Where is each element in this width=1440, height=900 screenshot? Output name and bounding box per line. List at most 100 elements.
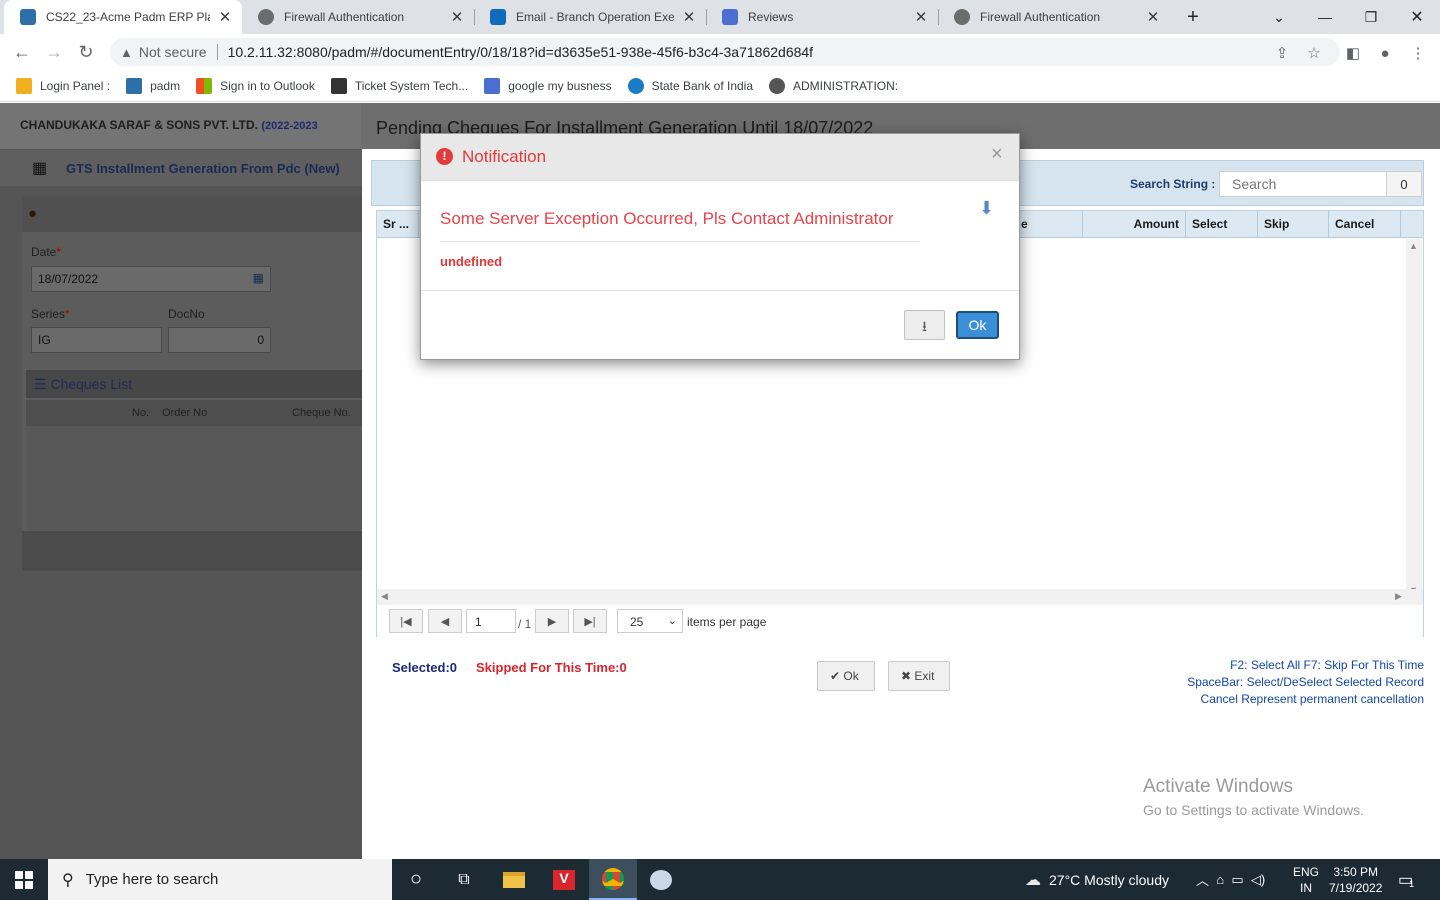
horizontal-scrollbar[interactable]: ◀ ▶ [377,589,1423,605]
chrome-icon[interactable] [589,859,637,900]
tab-firewall-2[interactable]: Firewall Authentication ✕ [938,0,1170,34]
start-button[interactable] [0,859,48,900]
download-icon: ⭳ [922,318,927,334]
browser-toolbar: ← → ↻ ▲ Not secure 10.2.11.32:8080/padm/… [0,34,1440,70]
last-page-button[interactable]: ▶| [573,609,607,633]
col-sr[interactable]: Sr ... [377,211,419,238]
divider [421,290,1019,291]
windows-icon [15,870,33,889]
notification-detail: undefined [440,254,503,269]
profile-icon[interactable]: ● [1375,43,1395,63]
forward-icon[interactable]: → [42,40,66,64]
module-bar: ▦ GTS Installment Generation From Pdc (N… [0,150,362,186]
date-label: Date* [31,245,62,259]
cortana-icon[interactable]: ○ [392,859,440,900]
first-page-button[interactable]: |◀ [389,609,423,633]
vivaldi-icon[interactable]: V [540,859,588,900]
close-icon[interactable]: ✕ [218,8,232,26]
col-skip[interactable]: Skip [1258,211,1329,238]
module-title: GTS Installment Generation From Pdc (New… [66,161,340,176]
close-icon[interactable]: ✕ [450,8,464,26]
sidepanel-icon[interactable]: ◧ [1343,43,1363,63]
arrow-down-icon[interactable]: ⬇ [979,198,994,219]
microsoft-icon [196,77,213,94]
download-button[interactable]: ⭳ [904,310,945,340]
bookmark-padm[interactable]: padm [126,77,180,94]
bookmark-administration[interactable]: ADMINISTRATION: [769,77,898,94]
weather[interactable]: ☁ 27°C Mostly cloudy [1025,859,1169,900]
reload-icon[interactable]: ↻ [74,40,98,64]
error-icon: ! [436,148,453,165]
bookmark-google-business[interactable]: google my busness [484,77,612,94]
page-total: / 1 [518,617,532,631]
docno-label: DocNo [168,307,205,321]
close-icon[interactable]: ✕ [682,8,696,26]
share-icon[interactable]: ⇪ [1272,43,1292,63]
bookmark-outlook[interactable]: Sign in to Outlook [196,77,315,94]
page-input[interactable]: 1 [466,609,516,633]
bookmark-login-panel[interactable]: Login Panel : [16,77,110,94]
tab-erp[interactable]: CS22_23-Acme Padm ERP Platfo ✕ [4,0,242,34]
file-explorer-icon[interactable] [490,859,538,900]
sbi-icon [627,77,644,94]
scroll-right-icon: ▶ [1395,591,1402,601]
bookmark-sbi[interactable]: State Bank of India [627,77,753,94]
vertical-scrollbar[interactable]: ▲ ▼ [1406,239,1422,599]
col-date[interactable]: e [1015,211,1083,238]
url-text[interactable]: 10.2.11.32:8080/padm/#/documentEntry/0/1… [228,44,813,60]
taskbar-search[interactable]: ⚲ Type here to search [48,859,392,900]
paint-icon[interactable] [637,859,685,900]
back-icon[interactable]: ← [10,40,34,64]
calendar-icon: ▦ [252,271,264,285]
apps-grid-icon[interactable]: ▦ [32,158,47,178]
menu-icon[interactable]: ⋮ [1408,43,1428,63]
prev-page-button[interactable]: ◀ [428,609,462,633]
tray-icons[interactable]: ︿ ⌂ ▭ ◁) [1196,859,1265,900]
form-panel-header: ● [22,196,362,232]
ticket-icon [330,77,347,94]
close-window-button[interactable]: ✕ [1394,0,1440,34]
col-select[interactable]: Select [1186,211,1258,238]
globe-icon [258,9,274,25]
erp-favicon-icon [126,77,143,94]
maximize-button[interactable]: ❐ [1348,0,1394,34]
tab-firewall-1[interactable]: Firewall Authentication ✕ [242,0,474,34]
close-icon[interactable]: ✕ [914,8,928,26]
address-bar[interactable]: ▲ Not secure 10.2.11.32:8080/padm/#/docu… [110,38,1340,66]
minimize-button[interactable]: — [1302,0,1348,34]
notification-ok-button[interactable]: Ok [956,311,999,339]
new-tab-button[interactable]: + [1170,0,1216,34]
series-field[interactable]: IG [31,327,162,353]
company-name: CHANDUKAKA SARAF & SONS PVT. LTD. (2022-… [20,118,318,132]
items-per-page-select[interactable]: 25 ⌄ [617,609,683,633]
task-view-icon[interactable]: ⧉ [440,859,488,900]
hint-spacebar: SpaceBar: Select/DeSelect Selected Recor… [1187,675,1424,689]
search-input[interactable] [1219,171,1387,197]
date-field[interactable]: 18/07/2022 ▦ [31,266,271,292]
exit-button[interactable]: ✖ Exit [888,661,950,691]
docno-field[interactable]: 0 [168,327,271,353]
bookmark-ticket-system[interactable]: Ticket System Tech... [330,77,468,94]
tab-email[interactable]: Email - Branch Operation Execu ✕ [474,0,706,34]
pager: |◀ ◀ 1 / 1 ▶ ▶| 25 ⌄ items per page [377,605,1423,637]
tab-search-icon[interactable]: ⌄ [1256,0,1302,34]
ok-button[interactable]: ✔ Ok [817,661,875,691]
star-icon[interactable]: ☆ [1304,43,1324,63]
close-icon[interactable]: × [991,143,1003,166]
close-icon: ✖ [901,669,912,683]
next-page-button[interactable]: ▶ [535,609,569,633]
col-amount[interactable]: Amount [1083,211,1186,238]
windows-taskbar: ⚲ Type here to search ○ ⧉ V ☁ 27°C Mostly… [0,859,1440,900]
skipped-count: Skipped For This Time:0 [476,660,627,675]
notification-center[interactable]: ▭ 1 [1398,859,1414,900]
items-per-page-label: items per page [687,615,767,629]
tab-reviews[interactable]: Reviews ✕ [706,0,938,34]
col-cancel[interactable]: Cancel [1329,211,1401,238]
close-icon[interactable]: ✕ [1146,8,1160,26]
google-business-icon [484,77,501,94]
clock[interactable]: 3:50 PM 7/19/2022 [1329,859,1382,900]
language-indicator[interactable]: ENG IN [1293,859,1319,900]
selected-count: Selected:0 [392,660,458,675]
form-footer [22,531,362,571]
notification-title: Notification [462,147,547,166]
